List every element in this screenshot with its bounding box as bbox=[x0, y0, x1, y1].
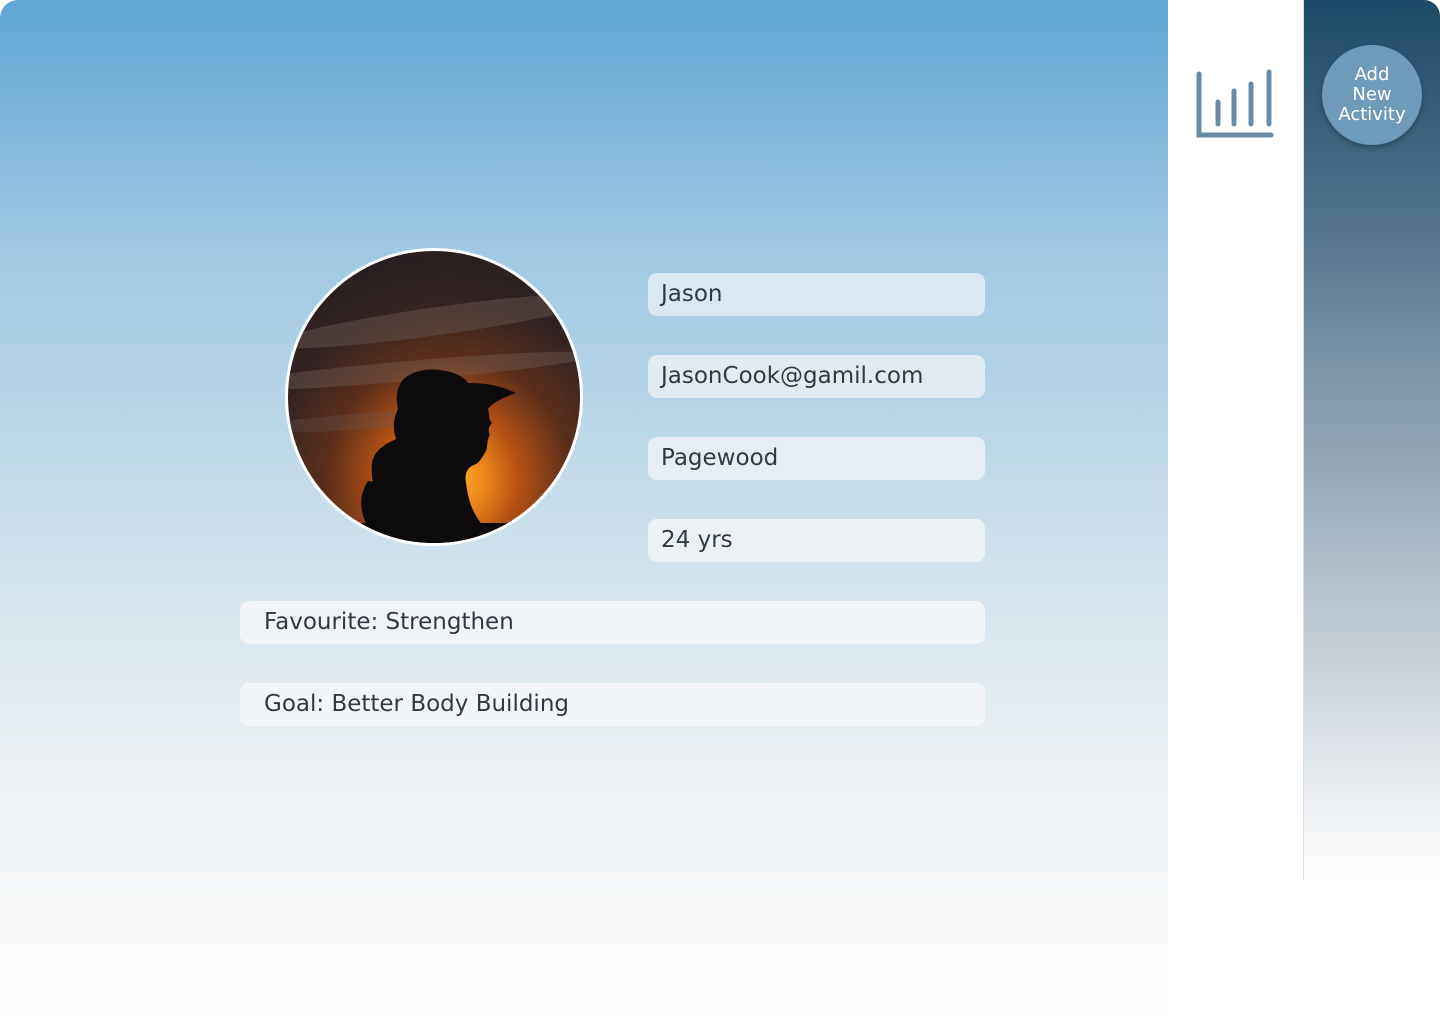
avatar-silhouette bbox=[288, 293, 580, 543]
goal-field[interactable]: Goal: Better Body Building bbox=[240, 683, 985, 726]
add-activity-label-line3: Activity bbox=[1338, 104, 1406, 125]
profile-page: Jason JasonCook@gamil.com Pagewood 24 yr… bbox=[0, 0, 1440, 1024]
name-field[interactable]: Jason bbox=[648, 273, 985, 316]
avatar bbox=[285, 248, 583, 546]
add-new-activity-button[interactable]: Add New Activity bbox=[1322, 45, 1422, 145]
bar-chart-icon[interactable] bbox=[1194, 66, 1276, 140]
age-field[interactable]: 24 yrs bbox=[648, 519, 985, 562]
add-activity-label-line1: Add bbox=[1354, 64, 1390, 85]
email-field[interactable]: JasonCook@gamil.com bbox=[648, 355, 985, 398]
profile-panel: Jason JasonCook@gamil.com Pagewood 24 yr… bbox=[0, 0, 1168, 1024]
nav-column bbox=[1168, 0, 1303, 1024]
location-field[interactable]: Pagewood bbox=[648, 437, 985, 480]
favourite-field[interactable]: Favourite: Strengthen bbox=[240, 601, 985, 644]
add-activity-label-line2: New bbox=[1352, 84, 1392, 105]
